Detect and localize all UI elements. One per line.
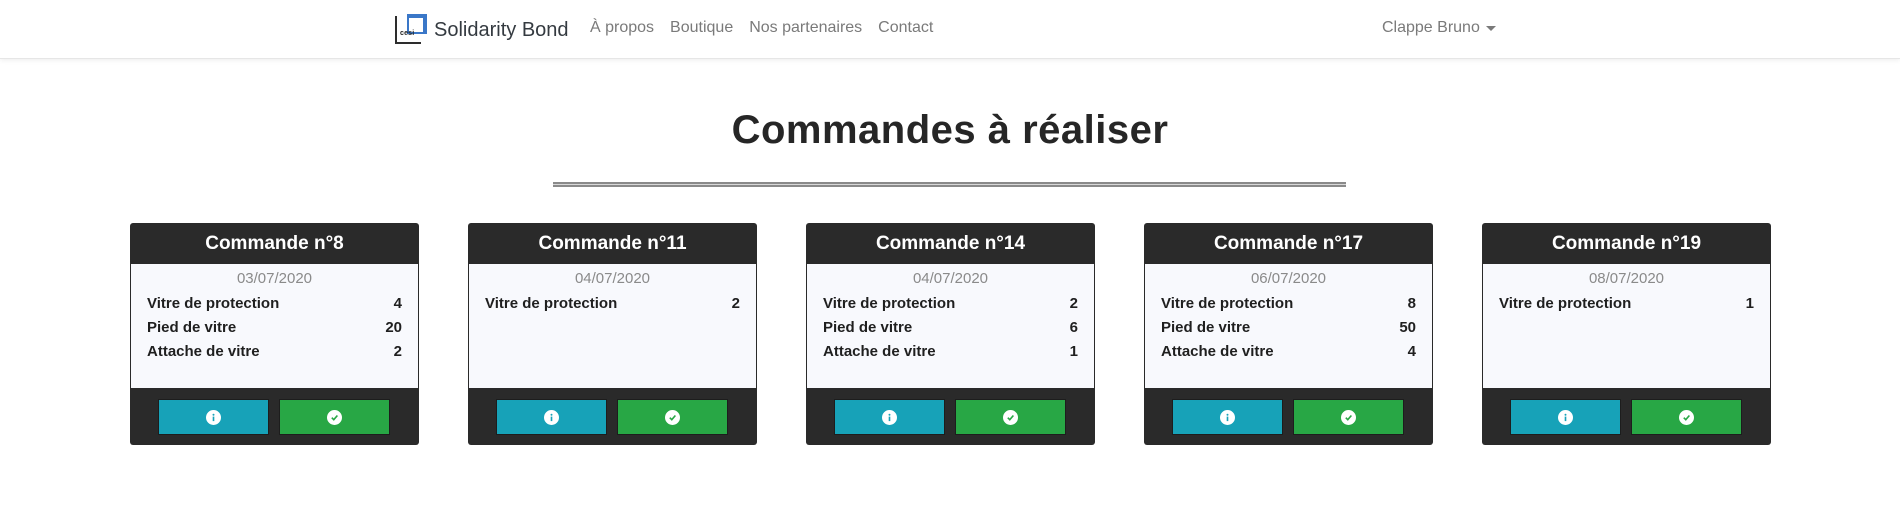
order-actions — [130, 388, 419, 445]
order-item: Attache de vitre 2 — [147, 340, 402, 364]
order-validate-button[interactable] — [1631, 399, 1742, 435]
nav-link-contact[interactable]: Contact — [878, 19, 933, 37]
nav-link-a-propos[interactable]: À propos — [590, 19, 654, 37]
check-circle-icon — [1679, 409, 1694, 425]
order-item: Vitre de protection 1 — [1499, 292, 1754, 316]
item-qty: 1 — [1745, 295, 1754, 312]
order-date: 08/07/2020 — [1588, 270, 1665, 287]
page-title: Commandes à réaliser — [731, 108, 1169, 152]
order-body: 08/07/2020 Vitre de protection 1 — [1483, 264, 1770, 388]
item-qty: 2 — [1069, 295, 1078, 312]
item-name: Vitre de protection — [485, 295, 618, 312]
nav-link-partenaires[interactable]: Nos partenaires — [749, 19, 862, 37]
order-validate-button[interactable] — [1293, 399, 1404, 435]
order-item: Attache de vitre 4 — [1161, 340, 1416, 364]
item-name: Attache de vitre — [147, 343, 260, 360]
order-title: Commande n°8 — [205, 232, 344, 254]
order-body: 06/07/2020 Vitre de protection 8 Pied de… — [1145, 264, 1432, 388]
order-info-button[interactable] — [158, 399, 269, 435]
check-circle-icon — [327, 409, 342, 425]
order-item: Pied de vitre 6 — [823, 316, 1078, 340]
caret-down-icon — [1485, 26, 1496, 31]
navbar: cesi Solidarity Bond À propos Boutique N… — [0, 0, 1900, 59]
order-actions — [806, 388, 1095, 445]
item-qty: 4 — [393, 295, 402, 312]
order-title: Commande n°17 — [1213, 232, 1364, 254]
order-actions — [468, 388, 757, 445]
order-item: Vitre de protection 4 — [147, 292, 402, 316]
cesi-logo: cesi — [395, 14, 427, 46]
item-qty: 6 — [1069, 319, 1078, 336]
item-name: Vitre de protection — [1499, 295, 1632, 312]
item-name: Pied de vitre — [1161, 319, 1251, 336]
check-circle-icon — [665, 409, 680, 425]
item-name: Attache de vitre — [1161, 343, 1274, 360]
order-body: 04/07/2020 Vitre de protection 2 — [469, 264, 756, 388]
order-card: Commande n°8 03/07/2020 Vitre de protect… — [130, 223, 419, 445]
item-name: Vitre de protection — [823, 295, 956, 312]
order-date: 06/07/2020 — [1250, 270, 1327, 287]
order-info-button[interactable] — [834, 399, 945, 435]
order-validate-button[interactable] — [279, 399, 390, 435]
check-circle-icon — [1341, 409, 1356, 425]
nav-link-boutique[interactable]: Boutique — [670, 19, 733, 37]
order-validate-button[interactable] — [617, 399, 728, 435]
order-validate-button[interactable] — [955, 399, 1066, 435]
brand-name: Solidarity Bond — [434, 18, 569, 41]
user-name: Clappe Bruno — [1382, 19, 1480, 36]
info-icon — [1558, 409, 1573, 425]
item-qty: 20 — [385, 319, 402, 336]
order-card: Commande n°14 04/07/2020 Vitre de protec… — [806, 223, 1095, 445]
brand[interactable]: cesi Solidarity Bond — [395, 13, 569, 47]
order-item: Vitre de protection 2 — [823, 292, 1078, 316]
info-icon — [206, 409, 221, 425]
order-title: Commande n°19 — [1551, 232, 1702, 254]
nav-links: À propos Boutique Nos partenaires Contac… — [590, 19, 949, 37]
order-info-button[interactable] — [1510, 399, 1621, 435]
user-dropdown[interactable]: Clappe Bruno — [1382, 19, 1496, 37]
item-name: Attache de vitre — [823, 343, 936, 360]
logo-text: cesi — [400, 30, 415, 37]
item-qty: 8 — [1407, 295, 1416, 312]
order-card: Commande n°11 04/07/2020 Vitre de protec… — [468, 223, 757, 445]
info-icon — [544, 409, 559, 425]
order-item: Pied de vitre 50 — [1161, 316, 1416, 340]
order-date: 04/07/2020 — [574, 270, 651, 287]
order-item: Vitre de protection 2 — [485, 292, 740, 316]
order-card: Commande n°19 08/07/2020 Vitre de protec… — [1482, 223, 1771, 445]
item-name: Vitre de protection — [1161, 295, 1294, 312]
order-item: Attache de vitre 1 — [823, 340, 1078, 364]
order-date: 03/07/2020 — [236, 270, 313, 287]
item-name: Vitre de protection — [147, 295, 280, 312]
order-title: Commande n°11 — [538, 232, 687, 254]
item-qty: 2 — [393, 343, 402, 360]
order-info-button[interactable] — [1172, 399, 1283, 435]
order-item: Vitre de protection 8 — [1161, 292, 1416, 316]
order-body: 04/07/2020 Vitre de protection 2 Pied de… — [807, 264, 1094, 388]
order-date: 04/07/2020 — [912, 270, 989, 287]
order-card: Commande n°17 06/07/2020 Vitre de protec… — [1144, 223, 1433, 445]
order-title: Commande n°14 — [875, 232, 1026, 254]
order-actions — [1482, 388, 1771, 445]
orders-list: Commande n°8 03/07/2020 Vitre de protect… — [0, 223, 1900, 445]
order-info-button[interactable] — [496, 399, 607, 435]
item-qty: 4 — [1407, 343, 1416, 360]
check-circle-icon — [1003, 409, 1018, 425]
order-body: 03/07/2020 Vitre de protection 4 Pied de… — [131, 264, 418, 388]
item-name: Pied de vitre — [823, 319, 913, 336]
item-qty: 1 — [1069, 343, 1078, 360]
item-qty: 50 — [1399, 319, 1416, 336]
info-icon — [1220, 409, 1235, 425]
order-actions — [1144, 388, 1433, 445]
info-icon — [882, 409, 897, 425]
item-qty: 2 — [731, 295, 740, 312]
order-item: Pied de vitre 20 — [147, 316, 402, 340]
title-divider — [553, 182, 1346, 187]
item-name: Pied de vitre — [147, 319, 237, 336]
